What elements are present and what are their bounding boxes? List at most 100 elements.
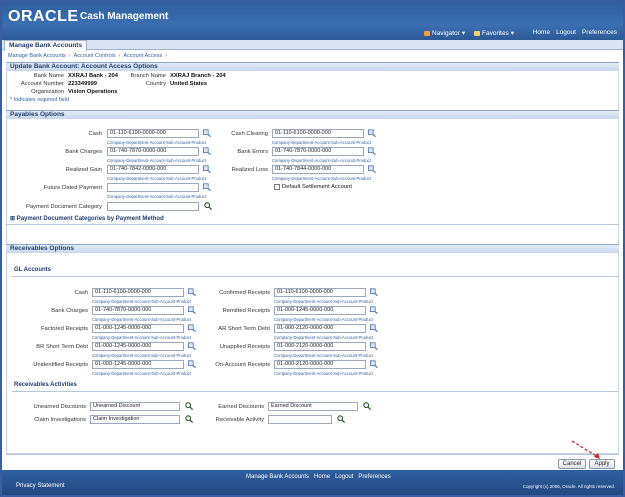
on-account-receipts-label: On-Account Receipts bbox=[215, 362, 270, 368]
flashlight-search-icon[interactable] bbox=[370, 306, 378, 314]
account-format-hint: Company-Department-Account-Sub-Account-P… bbox=[274, 335, 373, 340]
receivable-activity-input[interactable] bbox=[268, 415, 332, 424]
account-format-hint: Company-Department-Account-Sub-Account-P… bbox=[274, 299, 373, 304]
br-short-term-debt-label: BR Short Term Debt bbox=[36, 344, 88, 350]
flashlight-search-icon[interactable] bbox=[370, 342, 378, 350]
navigator-menu[interactable]: Navigator ▾ bbox=[424, 29, 465, 37]
account-format-hint: Company-Department-Account-Sub-Account-P… bbox=[92, 299, 191, 304]
future-dated-payment-input[interactable] bbox=[107, 183, 199, 192]
cancel-button[interactable]: Cancel bbox=[558, 459, 586, 469]
realized-gain-label: Realized Gain bbox=[65, 167, 102, 173]
flashlight-search-icon[interactable] bbox=[203, 183, 211, 191]
receivable-activity-label: Receivable Activity bbox=[215, 417, 264, 423]
payment-doc-categories-toggle[interactable]: ⊞ Payment Document Categories by Payment… bbox=[10, 215, 164, 222]
flashlight-search-icon[interactable] bbox=[368, 129, 376, 137]
cash-clearing-label: Cash Clearing bbox=[231, 131, 268, 137]
bank-errors-label: Bank Errors bbox=[237, 149, 268, 155]
payables-cash-input[interactable]: 01-110-6100-0000-000 bbox=[107, 129, 199, 138]
flashlight-search-icon[interactable] bbox=[368, 147, 376, 155]
flashlight-search-icon[interactable] bbox=[368, 165, 376, 173]
account-format-hint: Company-Department-Account-Sub-Account-P… bbox=[92, 371, 191, 376]
account-number-value: 223349999 bbox=[68, 81, 98, 87]
breadcrumb: Manage Bank Accounts › Account Controls › … bbox=[8, 53, 168, 59]
global-links: Home Logout Preferences bbox=[533, 29, 617, 36]
footer-link-preferences[interactable]: Preferences bbox=[358, 474, 390, 480]
breadcrumb-item[interactable]: Manage Bank Accounts bbox=[8, 53, 66, 59]
account-format-hint: Company-Department-Account-Sub-Account-P… bbox=[92, 335, 191, 340]
privacy-statement-link[interactable]: Privacy Statement bbox=[16, 483, 65, 489]
flashlight-search-icon[interactable] bbox=[203, 147, 211, 155]
apply-button[interactable]: Apply bbox=[589, 459, 615, 469]
flashlight-search-icon[interactable] bbox=[203, 165, 211, 173]
confirmed-receipts-input[interactable]: 01-110-6100-0000-000 bbox=[274, 288, 366, 297]
flashlight-search-icon[interactable] bbox=[203, 129, 211, 137]
unidentified-receipts-label: Unidentified Receipts bbox=[33, 362, 88, 368]
search-icon[interactable] bbox=[337, 415, 345, 423]
flashlight-search-icon[interactable] bbox=[370, 324, 378, 332]
country-value: United States bbox=[170, 81, 208, 87]
footer-link-manage-bank-accounts[interactable]: Manage Bank Accounts bbox=[246, 474, 309, 480]
ar-short-term-debt-label: AR Short Term Debt bbox=[218, 326, 270, 332]
unearned-discounts-label: Unearned Discounts bbox=[33, 404, 86, 410]
factored-receipts-input[interactable]: 01-000-1245-0000-000 bbox=[92, 324, 184, 333]
divider bbox=[6, 224, 619, 225]
payables-bank-charges-label: Bank Charges bbox=[65, 149, 102, 155]
flashlight-search-icon[interactable] bbox=[370, 288, 378, 296]
flashlight-search-icon[interactable] bbox=[188, 342, 196, 350]
country-label: Country bbox=[145, 81, 166, 87]
flashlight-search-icon[interactable] bbox=[188, 324, 196, 332]
breadcrumb-item[interactable]: Account Controls bbox=[74, 53, 116, 59]
flashlight-search-icon[interactable] bbox=[188, 306, 196, 314]
br-short-term-debt-input[interactable]: 01-000-1245-0000-000 bbox=[92, 342, 184, 351]
preferences-link[interactable]: Preferences bbox=[582, 29, 617, 36]
search-icon[interactable] bbox=[204, 202, 212, 210]
claim-investigations-input[interactable]: Claim Investigation bbox=[90, 415, 180, 424]
cash-clearing-input[interactable]: 01-110-6100-0000-000 bbox=[272, 129, 364, 138]
bank-name-label: Bank Name bbox=[33, 73, 64, 79]
payment-document-category-input[interactable] bbox=[107, 202, 199, 211]
remitted-receipts-input[interactable]: 01-000-1245-0000-000 bbox=[274, 306, 366, 315]
default-settlement-checkbox[interactable] bbox=[274, 184, 280, 190]
copyright-text: Copyright (c) 2006, Oracle. All rights r… bbox=[522, 484, 615, 489]
account-format-hint: Company-Department-Account-Sub-Account-P… bbox=[92, 353, 191, 358]
receivables-cash-label: Cash bbox=[74, 290, 88, 296]
divider bbox=[12, 391, 618, 392]
receivables-cash-input[interactable]: 01-110-6100-0000-000 bbox=[92, 288, 184, 297]
unearned-discounts-input[interactable]: Unearned Discount bbox=[90, 402, 180, 411]
app-title: Cash Management bbox=[80, 11, 169, 22]
account-format-hint: Company-Department-Account-Sub-Account-P… bbox=[272, 176, 371, 181]
ar-short-term-debt-input[interactable]: 01-000-2120-0000-000 bbox=[274, 324, 366, 333]
account-format-hint: Company-Department-Account-Sub-Account-P… bbox=[274, 353, 373, 358]
earned-discounts-input[interactable]: Earned Discount bbox=[268, 402, 358, 411]
tab-manage-bank-accounts[interactable]: Manage Bank Accounts bbox=[4, 40, 88, 51]
unapplied-receipts-input[interactable]: 01-000-2120-0000-000 bbox=[274, 342, 366, 351]
flashlight-search-icon[interactable] bbox=[188, 360, 196, 368]
receivables-bank-charges-input[interactable]: 01-740-7870-0000-000 bbox=[92, 306, 184, 315]
unidentified-receipts-input[interactable]: 01-000-1245-0000-000 bbox=[92, 360, 184, 369]
bank-errors-input[interactable]: 01-740-7870-0000-000 bbox=[272, 147, 364, 156]
footer-link-logout[interactable]: Logout bbox=[335, 474, 353, 480]
flashlight-search-icon[interactable] bbox=[188, 288, 196, 296]
search-icon[interactable] bbox=[363, 402, 371, 410]
navigator-icon bbox=[424, 30, 430, 36]
unapplied-receipts-label: Unapplied Receipts bbox=[219, 344, 270, 350]
home-link[interactable]: Home bbox=[533, 29, 550, 36]
organization-value: Vision Operations bbox=[68, 89, 118, 95]
tab-bar bbox=[2, 40, 623, 50]
realized-gain-input[interactable]: 01-740-7842-0000-000 bbox=[107, 165, 199, 174]
footer-link-home[interactable]: Home bbox=[314, 474, 330, 480]
content-area bbox=[6, 62, 619, 454]
account-format-hint: Company-Department-Account-Sub-Account-P… bbox=[107, 158, 206, 163]
branch-name-value: XXRAJ Branch - 204 bbox=[170, 73, 226, 79]
realized-loss-input[interactable]: 01-740-7844-0000-000 bbox=[272, 165, 364, 174]
page-title: Update Bank Account: Account Access Opti… bbox=[6, 62, 619, 71]
payables-bank-charges-input[interactable]: 01-740-7870-0000-000 bbox=[107, 147, 199, 156]
account-format-hint: Company-Department-Account-Sub-Account-P… bbox=[107, 176, 206, 181]
confirmed-receipts-label: Confirmed Receipts bbox=[219, 290, 270, 296]
on-account-receipts-input[interactable]: 01-000-2120-0000-000 bbox=[274, 360, 366, 369]
breadcrumb-item[interactable]: Account Access bbox=[123, 53, 162, 59]
flashlight-search-icon[interactable] bbox=[370, 360, 378, 368]
favorites-menu[interactable]: Favorites ▾ bbox=[474, 29, 514, 37]
footer-links: Manage Bank Accounts Home Logout Prefere… bbox=[246, 474, 391, 480]
logout-link[interactable]: Logout bbox=[556, 29, 576, 36]
